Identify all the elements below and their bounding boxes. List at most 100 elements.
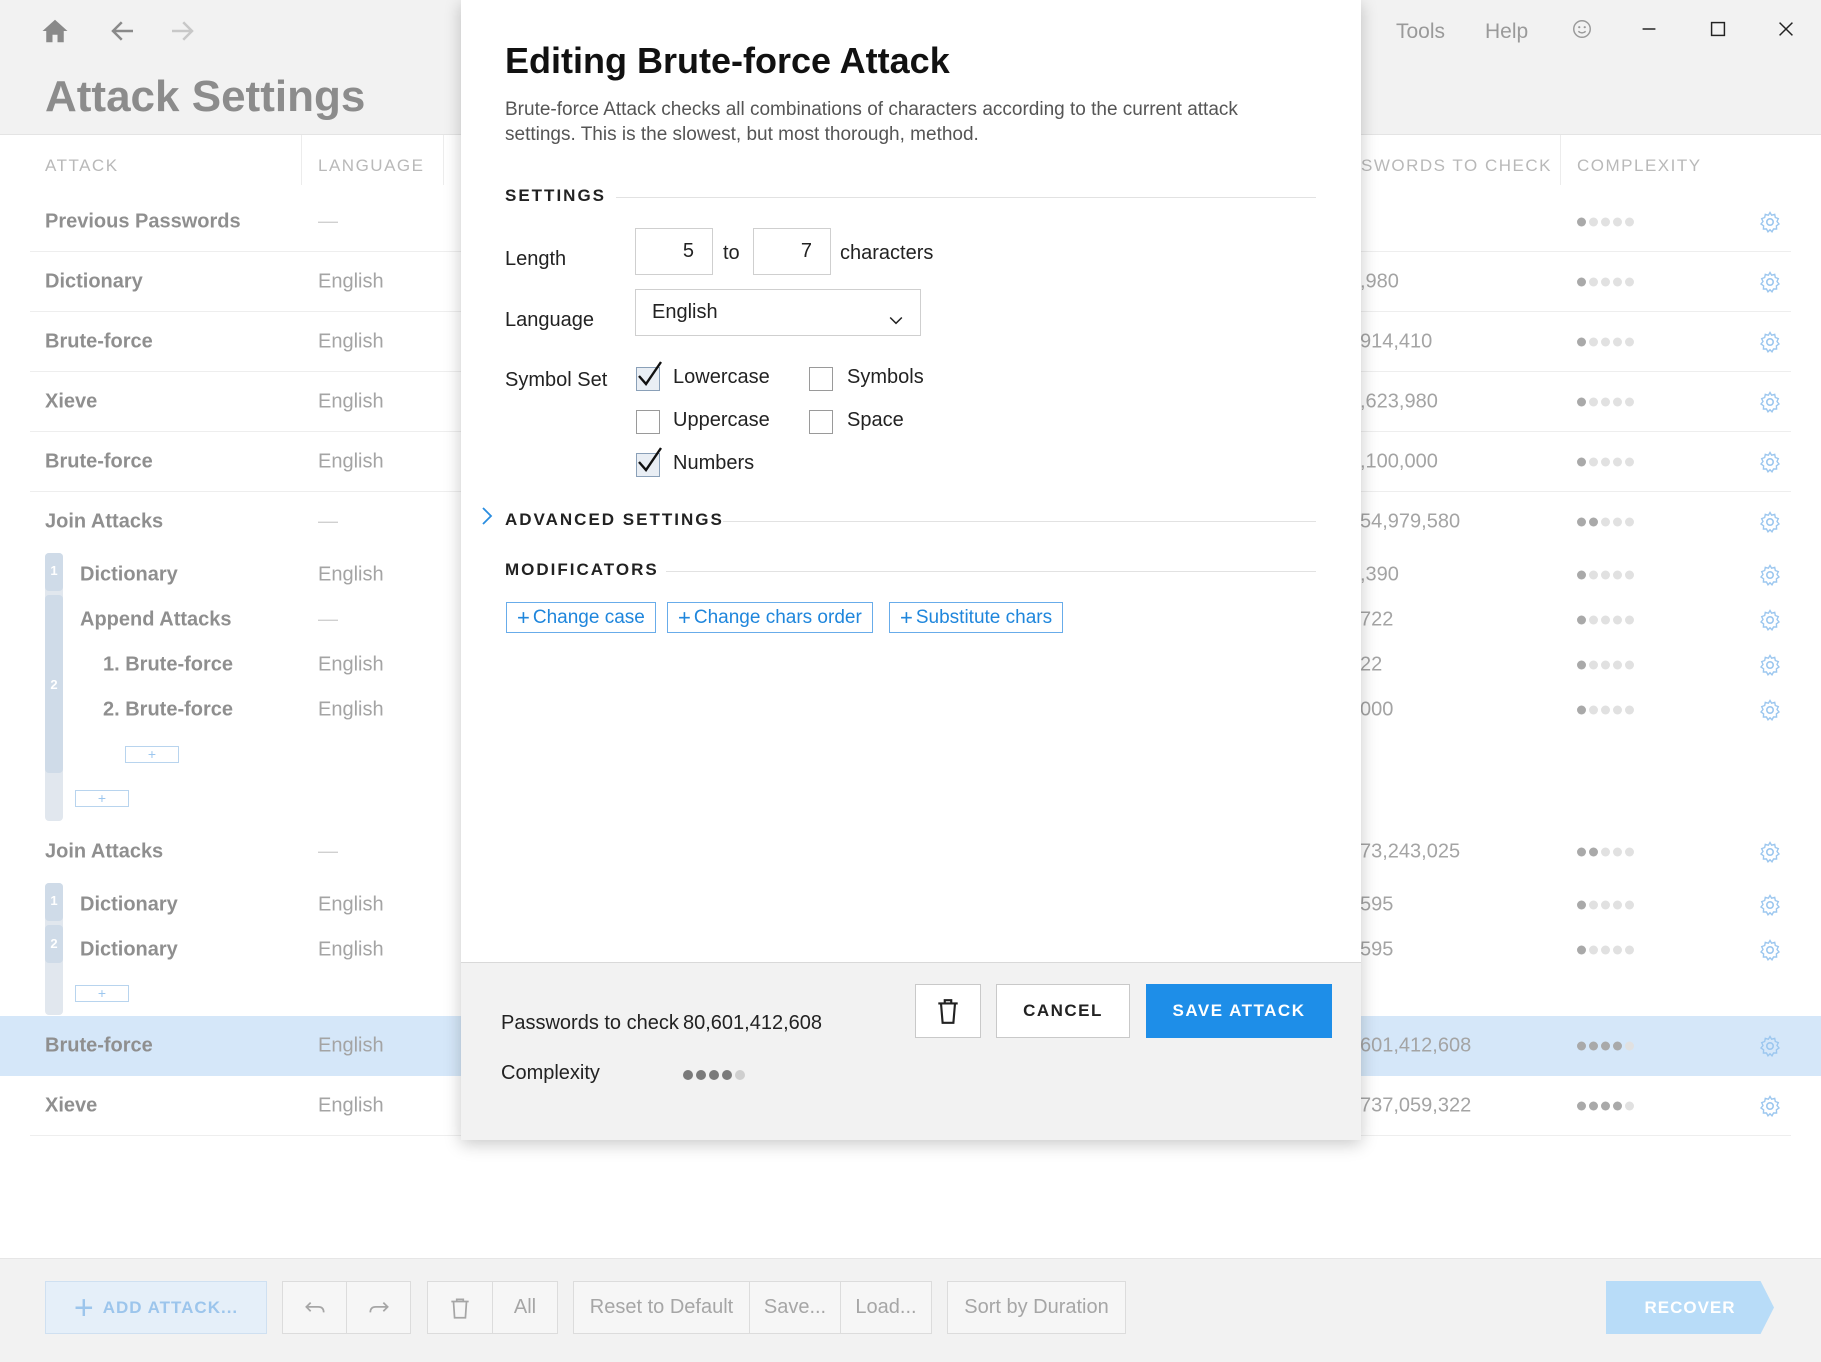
change-case-button[interactable]: + Change case (506, 602, 656, 633)
gear-icon[interactable] (1758, 698, 1782, 722)
gear-icon[interactable] (1758, 510, 1782, 534)
close-icon[interactable] (1766, 12, 1806, 46)
complexity-dot (1589, 705, 1598, 714)
save-settings-button[interactable]: Save... (749, 1281, 841, 1334)
gear-icon[interactable] (1758, 210, 1782, 234)
column-header-language[interactable]: LANGUAGE (318, 156, 424, 176)
numbers-checkbox[interactable] (636, 447, 662, 477)
column-header-complexity[interactable]: COMPLEXITY (1577, 156, 1702, 176)
chevron-right-icon[interactable] (479, 505, 495, 527)
complexity-dot (722, 1070, 732, 1080)
arrow-right-icon[interactable] (165, 14, 199, 48)
complexity-dot (1577, 705, 1586, 714)
gear-icon[interactable] (1758, 653, 1782, 677)
divider (666, 571, 1316, 572)
complexity-dots (1577, 337, 1634, 346)
symbols-checkbox[interactable] (809, 367, 833, 391)
add-append-attack-button[interactable]: + (125, 746, 179, 763)
add-join-attack-button[interactable]: + (75, 790, 129, 807)
complexity-dot (1625, 615, 1634, 624)
numbers-label[interactable]: Numbers (673, 452, 754, 475)
minimize-icon[interactable] (1629, 12, 1669, 46)
gear-icon[interactable] (1758, 563, 1782, 587)
complexity-dot (1589, 517, 1598, 527)
space-checkbox[interactable] (809, 410, 833, 434)
complexity-dot (1577, 457, 1586, 466)
arrow-left-icon[interactable] (106, 14, 140, 48)
add-attack-button[interactable]: + ADD ATTACK... (45, 1281, 267, 1334)
add-attack-label: ADD ATTACK... (102, 1297, 239, 1317)
save-attack-button[interactable]: SAVE ATTACK (1146, 984, 1332, 1038)
complexity-dot (1589, 337, 1598, 346)
gear-icon[interactable] (1758, 840, 1782, 864)
gear-icon[interactable] (1758, 1034, 1782, 1058)
gear-icon[interactable] (1758, 270, 1782, 294)
substitute-chars-button[interactable]: + Substitute chars (889, 602, 1064, 633)
complexity-dots (1577, 660, 1634, 669)
redo-icon[interactable] (346, 1281, 411, 1334)
dialog-description: Brute-force Attack checks all combinatio… (505, 99, 1238, 145)
language-select[interactable]: English (635, 289, 921, 336)
divider (616, 197, 1316, 198)
smiley-icon[interactable] (1562, 12, 1602, 46)
complexity-dot (735, 1070, 745, 1080)
undo-icon[interactable] (282, 1281, 347, 1334)
complexity-dot (1613, 615, 1622, 624)
complexity-dots (1577, 1101, 1634, 1110)
add-join-attack-button[interactable]: + (75, 985, 129, 1002)
lowercase-checkbox[interactable] (636, 361, 662, 391)
column-header-attack[interactable]: ATTACK (45, 156, 119, 176)
complexity-dot (683, 1070, 693, 1080)
gear-icon[interactable] (1758, 450, 1782, 474)
home-icon[interactable] (38, 14, 72, 48)
cancel-button[interactable]: CANCEL (996, 984, 1130, 1038)
uppercase-checkbox[interactable] (636, 410, 660, 434)
bottom-toolbar: + ADD ATTACK... All Reset to Default Sav… (0, 1258, 1821, 1362)
trash-icon[interactable] (427, 1281, 493, 1334)
complexity-dot (1613, 847, 1622, 857)
change-chars-order-button[interactable]: + Change chars order (667, 602, 873, 633)
complexity-dot (1589, 277, 1598, 286)
length-to-input[interactable]: 7 (753, 228, 831, 275)
complexity-dot (1613, 660, 1622, 669)
recover-button[interactable]: RECOVER (1606, 1281, 1774, 1334)
complexity-dot (1613, 397, 1622, 406)
symbols-label[interactable]: Symbols (847, 366, 924, 389)
complexity-dot (1613, 570, 1622, 579)
trash-icon[interactable] (915, 984, 981, 1038)
complexity-dot (1601, 217, 1610, 226)
space-label[interactable]: Space (847, 409, 904, 432)
column-divider (301, 135, 302, 185)
reset-default-button[interactable]: Reset to Default (573, 1281, 750, 1334)
complexity-dot (1613, 337, 1622, 346)
load-settings-button[interactable]: Load... (840, 1281, 932, 1334)
complexity-dot (1589, 1101, 1598, 1110)
lowercase-label[interactable]: Lowercase (673, 366, 770, 389)
advanced-settings-header[interactable]: ADVANCED SETTINGS (505, 510, 724, 530)
complexity-label: Complexity (501, 1062, 600, 1084)
settings-header: SETTINGS (505, 186, 607, 205)
complexity-dot (1613, 277, 1622, 286)
change-case-label: Change case (532, 606, 645, 628)
column-header-passwords[interactable]: SWORDS TO CHECK (1361, 156, 1552, 176)
gear-icon[interactable] (1758, 938, 1782, 962)
complexity-dot (1625, 705, 1634, 714)
menu-help[interactable]: Help (1485, 20, 1528, 44)
menu-tools[interactable]: Tools (1396, 20, 1445, 44)
maximize-icon[interactable] (1698, 12, 1738, 46)
gear-icon[interactable] (1758, 608, 1782, 632)
sort-duration-button[interactable]: Sort by Duration (947, 1281, 1126, 1334)
uppercase-label[interactable]: Uppercase (673, 409, 770, 432)
complexity-dot (1577, 397, 1586, 406)
gear-icon[interactable] (1758, 330, 1782, 354)
plus-icon: + (678, 604, 691, 630)
complexity-dot (1601, 457, 1610, 466)
length-unit-text: characters (840, 242, 934, 264)
change-chars-order-label: Change chars order (693, 606, 862, 628)
gear-icon[interactable] (1758, 1094, 1782, 1118)
complexity-dot (1589, 945, 1598, 954)
length-from-input[interactable]: 5 (635, 228, 713, 275)
select-all-button[interactable]: All (492, 1281, 558, 1334)
gear-icon[interactable] (1758, 390, 1782, 414)
gear-icon[interactable] (1758, 893, 1782, 917)
